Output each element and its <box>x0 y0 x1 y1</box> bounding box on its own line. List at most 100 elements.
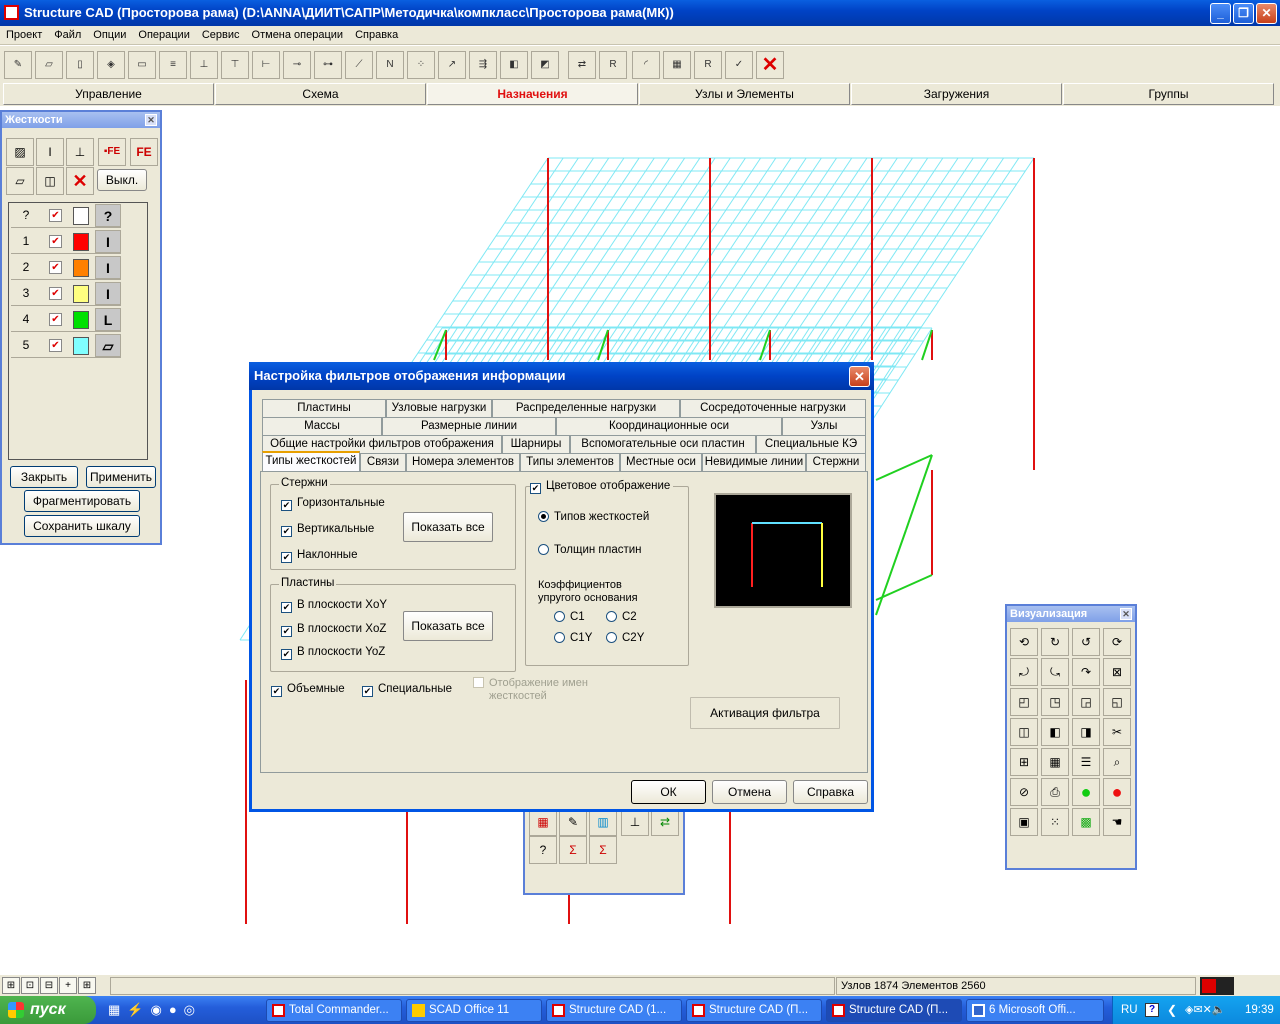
task-microsoft-office[interactable]: 6 Microsoft Offi... <box>966 999 1104 1022</box>
tab-dimension-lines[interactable]: Размерные линии <box>382 417 556 435</box>
chevron-left-icon[interactable]: ❮ <box>1167 1003 1177 1017</box>
fit-icon[interactable]: ⊠ <box>1103 658 1131 686</box>
quick-launch[interactable]: ▦⚡◉●◎ <box>108 1002 248 1018</box>
c2-radio[interactable]: C2 <box>606 611 637 624</box>
hand-icon[interactable]: ☚ <box>1103 808 1131 836</box>
show-names-checkbox[interactable]: Отображение имен жесткостей <box>473 677 588 703</box>
box-red-icon[interactable]: ◱ <box>1103 688 1131 716</box>
fe-icon[interactable]: FE <box>130 138 158 166</box>
maximize-button[interactable]: ❐ <box>1233 3 1254 24</box>
grid-view-icon[interactable]: ⊞ <box>78 977 96 994</box>
tool-node-icon[interactable]: ⊢ <box>252 51 280 79</box>
tab-element-types[interactable]: Типы элементов <box>520 453 620 471</box>
printer-icon[interactable]: ⎙ <box>1041 778 1069 806</box>
activate-filter-button[interactable]: Активация фильтра <box>690 697 840 729</box>
edit-icon[interactable]: ✎ <box>559 808 587 836</box>
hatch-icon[interactable]: ▨ <box>6 138 34 166</box>
magnifier-icon[interactable]: ⌕ <box>1103 748 1131 776</box>
rotate-z-icon[interactable]: ⟳ <box>1103 628 1131 656</box>
tool-plate-icon[interactable]: ▱ <box>35 51 63 79</box>
list-item[interactable]: ? ✔? <box>11 203 121 228</box>
task-structure-cad-2[interactable]: Structure CAD (П... <box>686 999 822 1022</box>
help-icon[interactable]: ? <box>1145 1003 1159 1017</box>
tab-auxiliary-axes[interactable]: Вспомогательные оси пластин <box>570 435 756 453</box>
tool-points-icon[interactable]: ⁘ <box>407 51 435 79</box>
tool-cube-icon[interactable]: ◧ <box>500 51 528 79</box>
tool-color-icon[interactable]: ▦ <box>663 51 691 79</box>
checkbox-icon[interactable]: ✔ <box>49 209 62 222</box>
tab-element-numbers[interactable]: Номера элементов <box>406 453 520 471</box>
color-display-checkbox[interactable]: ✔ Цветовое отображение <box>530 480 674 494</box>
task-structure-cad-1[interactable]: Structure CAD (1... <box>546 999 682 1022</box>
c2y-radio[interactable]: C2Y <box>606 632 644 645</box>
list-icon[interactable]: ☰ <box>1072 748 1100 776</box>
task-total-commander[interactable]: Total Commander... <box>266 999 402 1022</box>
tool-curve-icon[interactable]: ◜ <box>632 51 660 79</box>
xoz-checkbox[interactable]: ✔ В плоскости XoZ <box>281 623 386 637</box>
c1-radio[interactable]: C1 <box>554 611 585 624</box>
checkbox-icon[interactable]: ✔ <box>49 313 62 326</box>
rotate-y2-icon[interactable]: ⤿ <box>1041 658 1069 686</box>
screen-icon[interactable]: ▣ <box>1010 808 1038 836</box>
cross-icon[interactable]: + <box>59 977 77 994</box>
delete-icon[interactable]: ✕ <box>66 167 94 195</box>
tab-stiffness-types[interactable]: Типы жесткостей <box>262 451 360 471</box>
sum-points-icon[interactable]: Σ <box>589 836 617 864</box>
tab-local-axes[interactable]: Местные оси <box>620 453 702 471</box>
start-button[interactable]: пуск <box>0 996 96 1024</box>
checkbox-icon[interactable]: ✔ <box>49 261 62 274</box>
green-grid-icon[interactable]: ▩ <box>1072 808 1100 836</box>
tool-result-icon[interactable]: R <box>599 51 627 79</box>
minimize-button[interactable]: _ <box>1210 3 1231 24</box>
list-item[interactable]: 4 ✔ L <box>11 307 121 332</box>
yoz-checkbox[interactable]: ✔ В плоскости YoZ <box>281 646 385 660</box>
cube-blue-icon[interactable]: ◨ <box>1072 718 1100 746</box>
list-item[interactable]: 1 ✔ I <box>11 229 121 254</box>
fe-small-icon[interactable]: ▪FE <box>98 138 126 166</box>
query-icon[interactable]: ? <box>529 836 557 864</box>
tool-support-icon[interactable]: ⊥ <box>190 51 218 79</box>
ibeam-icon[interactable]: I <box>36 138 64 166</box>
tab-distributed-loads[interactable]: Распределенные нагрузки <box>492 399 680 417</box>
tool-solid-icon[interactable]: ◩ <box>531 51 559 79</box>
volumetric-checkbox[interactable]: ✔ Объемные <box>271 683 345 697</box>
no-view-icon[interactable]: ⊘ <box>1010 778 1038 806</box>
tool-shape-icon[interactable]: ▭ <box>128 51 156 79</box>
grid-icon[interactable]: ▦ <box>1041 748 1069 776</box>
nodes-icon[interactable]: ⊞ <box>1010 748 1038 776</box>
tool-pencil-icon[interactable]: ✎ <box>4 51 32 79</box>
grid-icon[interactable]: ▦ <box>529 808 557 836</box>
dialog-close-icon[interactable]: ✕ <box>849 366 870 387</box>
tool-axes-icon[interactable]: N <box>376 51 404 79</box>
menu-help[interactable]: Справка <box>349 26 404 44</box>
menu-project[interactable]: Проект <box>0 26 48 44</box>
snap-icon[interactable]: ⊡ <box>21 977 39 994</box>
tab-loads[interactable]: Загружения <box>851 83 1062 105</box>
tab-hinges[interactable]: Шарниры <box>502 435 570 453</box>
stiffness-close-icon[interactable]: ✕ <box>145 114 157 126</box>
save-scale-button[interactable]: Сохранить шкалу <box>24 515 140 537</box>
tab-coordinate-axes[interactable]: Координационные оси <box>556 417 782 435</box>
list-item[interactable]: 5 ✔ ▱ <box>11 333 121 358</box>
tool-report-icon[interactable]: R <box>694 51 722 79</box>
tool-eraser-icon[interactable]: ◈ <box>97 51 125 79</box>
rotate-x-icon[interactable]: ↻ <box>1041 628 1069 656</box>
beam-section-icon[interactable]: ⊥ <box>66 138 94 166</box>
task-scad-office[interactable]: SCAD Office 11 <box>406 999 542 1022</box>
tab-nodes-elements[interactable]: Узлы и Элементы <box>639 83 850 105</box>
inclined-checkbox[interactable]: ✔ Наклонные <box>281 549 357 563</box>
cube-cyan-icon[interactable]: ◧ <box>1041 718 1069 746</box>
menu-file[interactable]: Файл <box>48 26 87 44</box>
menu-options[interactable]: Опции <box>87 26 132 44</box>
solid-icon[interactable]: ◫ <box>36 167 64 195</box>
tab-node-loads[interactable]: Узловые нагрузки <box>386 399 492 417</box>
off-button[interactable]: Выкл. <box>97 169 147 191</box>
plate-icon[interactable]: ▱ <box>6 167 34 195</box>
dots-grid-icon[interactable]: ⁙ <box>1041 808 1069 836</box>
tool-column-icon[interactable]: ▯ <box>66 51 94 79</box>
tab-invisible-lines[interactable]: Невидимые линии <box>702 453 806 471</box>
fragment-button[interactable]: Фрагментировать <box>24 490 140 512</box>
rotate-x2-icon[interactable]: ↺ <box>1072 628 1100 656</box>
view-icon[interactable]: ⊞ <box>2 977 20 994</box>
tool-delete-icon[interactable]: ✕ <box>756 51 784 79</box>
